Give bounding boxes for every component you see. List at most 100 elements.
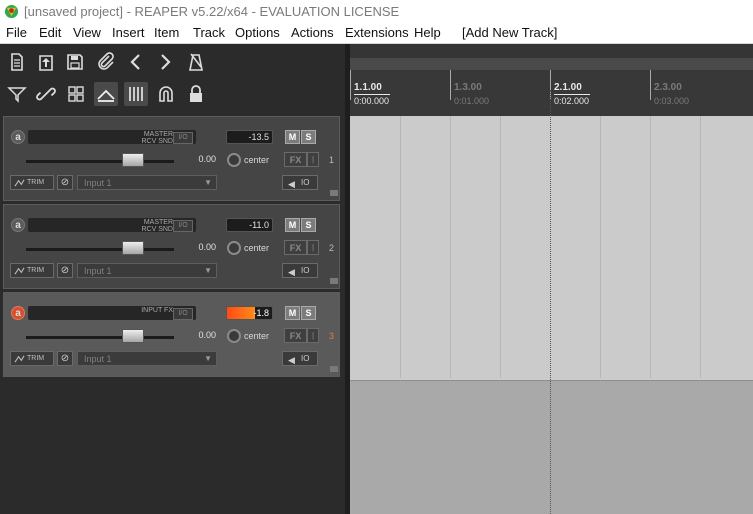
pan-knob[interactable]	[227, 153, 241, 167]
open-project-icon	[39, 55, 53, 71]
phase-icon: ⊘	[60, 177, 70, 188]
redo-icon	[161, 54, 171, 70]
monitor-io-button[interactable]: ◀ IO	[282, 351, 318, 366]
region-marker-lane[interactable]	[350, 58, 753, 70]
monitor-io-button[interactable]: ◀ IO	[282, 175, 318, 190]
track-2-panel[interactable]: a MASTER RCV SND I/O -11.0 M S 0.00 cente…	[3, 204, 340, 289]
fx-bypass-button[interactable]: |	[307, 240, 319, 255]
solo-button[interactable]: S	[301, 130, 316, 144]
save-project-button[interactable]	[63, 50, 87, 74]
ruler-time-label: 0:03.000	[654, 96, 690, 106]
ruler-bar-label: 1.3.00	[454, 82, 482, 93]
ruler-underline	[354, 94, 390, 95]
automation-mode-button[interactable]: TRIM	[10, 263, 54, 278]
menu-edit[interactable]: Edit	[39, 25, 61, 40]
master-send-label: MASTER RCV SND	[141, 131, 173, 145]
menu-help[interactable]: Help	[414, 25, 441, 40]
record-input-select[interactable]: Input 1 ▼	[77, 175, 217, 190]
volume-value: 0.00	[198, 154, 216, 164]
lock-button[interactable]	[184, 82, 208, 106]
menu-file[interactable]: File	[6, 25, 27, 40]
menu-add-new-track[interactable]: [Add New Track]	[462, 25, 557, 40]
menu-track[interactable]: Track	[193, 25, 225, 40]
snap-magnet-button[interactable]	[154, 82, 178, 106]
volume-fader-track	[26, 248, 174, 251]
track-1-panel[interactable]: a MASTER RCV SND I/O -13.5 M S 0.00 cente…	[3, 116, 340, 201]
mute-button[interactable]: M	[285, 130, 300, 144]
phase-icon: ⊘	[60, 353, 70, 364]
track-1-lane[interactable]	[350, 116, 753, 205]
routing-io-button[interactable]: I/O	[173, 308, 193, 320]
metronome-icon	[189, 53, 203, 71]
ruler-time-label: 0:00.000	[354, 96, 390, 106]
fx-power-icon: |	[311, 331, 315, 340]
metronome-button[interactable]	[184, 50, 208, 74]
folder-icon[interactable]	[330, 190, 338, 196]
menu-view[interactable]: View	[73, 25, 101, 40]
menu-actions[interactable]: Actions	[291, 25, 334, 40]
title-bar: [unsaved project] - REAPER v5.22/x64 - E…	[0, 0, 753, 23]
pan-knob[interactable]	[227, 329, 241, 343]
grid-lines-button[interactable]	[124, 82, 148, 106]
snap-grid-button[interactable]	[64, 82, 88, 106]
undo-button[interactable]	[124, 50, 148, 74]
ruler-bar-label: 2.1.00	[554, 82, 582, 93]
project-settings-button[interactable]	[94, 50, 118, 74]
track-3-panel[interactable]: a INPUT FX I/O -1.8 M S 0.00 center FX |…	[3, 292, 340, 377]
fx-button[interactable]: FX	[284, 152, 307, 167]
fx-button[interactable]: FX	[284, 328, 307, 343]
grid-line	[500, 116, 501, 378]
envelope-points-icon	[97, 89, 115, 102]
fx-button[interactable]: FX	[284, 240, 307, 255]
record-arm-button[interactable]: a	[11, 306, 25, 320]
pan-knob[interactable]	[227, 241, 241, 255]
track-3-lane[interactable]	[350, 292, 753, 381]
track-name-field[interactable]: MASTER RCV SND I/O	[28, 130, 196, 145]
grid-line	[700, 116, 701, 378]
envelope-points-button[interactable]	[94, 82, 118, 106]
routing-io-button[interactable]: I/O	[173, 132, 193, 144]
record-arm-button[interactable]: a	[11, 218, 25, 232]
phase-invert-button[interactable]: ⊘	[57, 263, 73, 278]
record-input-select[interactable]: Input 1 ▼	[77, 263, 217, 278]
monitor-io-button[interactable]: ◀ IO	[282, 263, 318, 278]
automation-mode-button[interactable]: TRIM	[10, 351, 54, 366]
track-name-field[interactable]: INPUT FX I/O	[28, 306, 196, 320]
volume-fader-handle[interactable]	[122, 153, 144, 167]
routing-io-button[interactable]: I/O	[173, 220, 193, 232]
mute-button[interactable]: M	[285, 306, 300, 320]
peak-meter: -1.8	[226, 306, 273, 320]
record-input-select[interactable]: Input 1 ▼	[77, 351, 217, 366]
menu-insert[interactable]: Insert	[112, 25, 145, 40]
solo-button[interactable]: S	[301, 306, 316, 320]
track-2-lane[interactable]	[350, 204, 753, 293]
track-control-area: a MASTER RCV SND I/O -13.5 M S 0.00 cente…	[0, 44, 345, 514]
pan-value: center	[244, 155, 270, 165]
input-fx-label: INPUT FX	[141, 307, 173, 314]
new-project-button[interactable]	[5, 50, 29, 74]
phase-invert-button[interactable]: ⊘	[57, 175, 73, 190]
grid-lines-icon	[129, 87, 143, 101]
solo-button[interactable]: S	[301, 218, 316, 232]
timeline-ruler[interactable]: 1.1.00 0:00.000 1.3.00 0:01.000 2.1.00 0…	[350, 70, 753, 116]
menu-extensions[interactable]: Extensions	[345, 25, 409, 40]
fx-bypass-button[interactable]: |	[307, 152, 319, 167]
volume-fader-handle[interactable]	[122, 241, 144, 255]
mute-button[interactable]: M	[285, 218, 300, 232]
menu-options[interactable]: Options	[235, 25, 280, 40]
item-grouping-button[interactable]	[34, 82, 58, 106]
record-arm-button[interactable]: a	[11, 130, 25, 144]
ripple-edit-button[interactable]	[5, 82, 29, 106]
volume-fader-handle[interactable]	[122, 329, 144, 343]
phase-invert-button[interactable]: ⊘	[57, 351, 73, 366]
folder-icon[interactable]	[330, 278, 338, 284]
ruler-underline	[554, 94, 590, 95]
folder-icon[interactable]	[330, 366, 338, 372]
track-name-field[interactable]: MASTER RCV SND I/O	[28, 218, 196, 233]
redo-button[interactable]	[153, 50, 177, 74]
automation-mode-button[interactable]: TRIM	[10, 175, 54, 190]
open-project-button[interactable]	[34, 50, 58, 74]
menu-item[interactable]: Item	[154, 25, 179, 40]
fx-bypass-button[interactable]: |	[307, 328, 319, 343]
arrange-view[interactable]: 1.1.00 0:00.000 1.3.00 0:01.000 2.1.00 0…	[350, 44, 753, 514]
